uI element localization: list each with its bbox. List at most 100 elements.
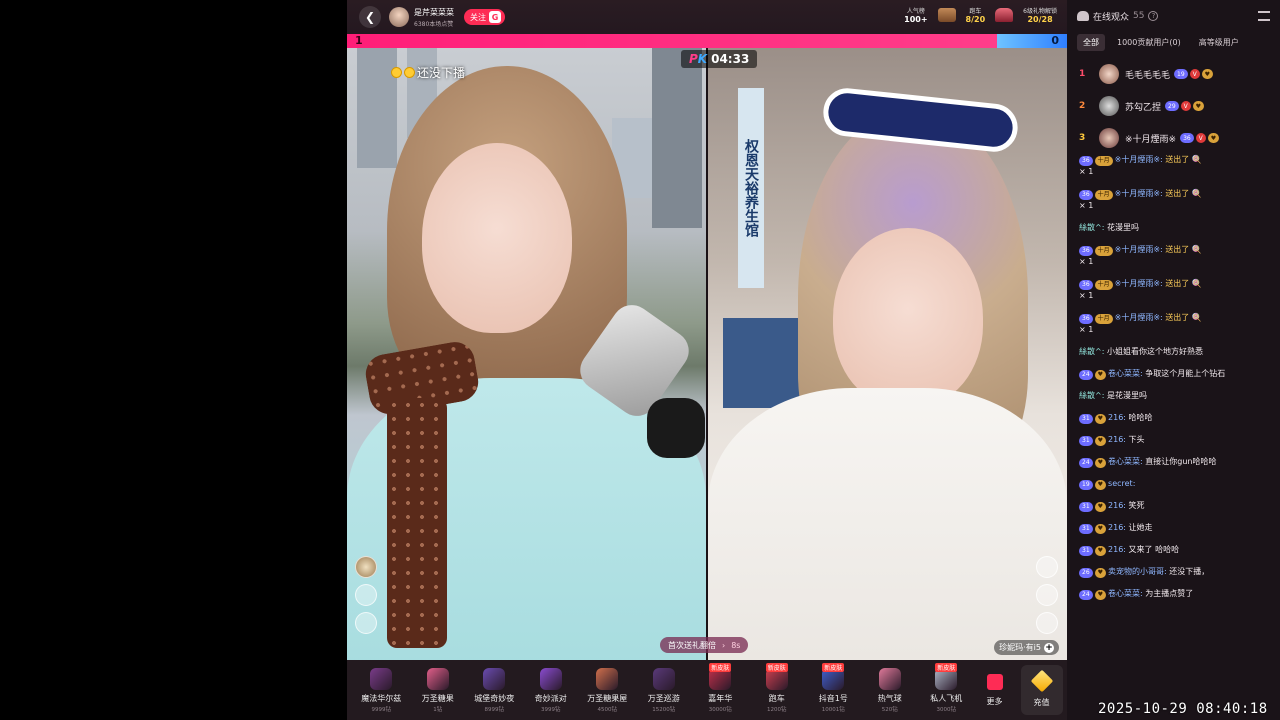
chat-message[interactable]: 36 十月 ※十月煙雨※: 送出了 🍭 × 1 <box>1079 154 1270 178</box>
level-badge: 31 <box>1079 414 1093 424</box>
chat-message[interactable]: 絲散^: 是花漫里吗 <box>1079 390 1270 402</box>
chat-username[interactable]: ※十月煙雨※: <box>1115 155 1163 164</box>
gift-item[interactable]: 万圣糖果屋 4500钻 <box>579 667 636 713</box>
back-button[interactable]: ❮ <box>359 6 381 28</box>
pk-timer: PK 04:33 <box>681 50 758 68</box>
contributor-avatar[interactable] <box>355 612 377 634</box>
recharge-button[interactable]: 充值 <box>1020 665 1063 715</box>
rank-row[interactable]: 3 ※十月煙雨※ 36 V ♥ <box>1079 122 1268 154</box>
host-avatar[interactable] <box>389 7 409 27</box>
chat-username[interactable]: 卷心菜菜: <box>1108 369 1143 378</box>
chat-message[interactable]: 36 十月 ※十月煙雨※: 送出了 🍭 × 1 <box>1079 278 1270 302</box>
chat-username[interactable]: 216: <box>1108 523 1126 532</box>
panel-header: 在线观众 55 ? <box>1067 0 1280 32</box>
rank-row[interactable]: 2 苏勾乙捏 29 V ♥ <box>1079 90 1268 122</box>
chat-message[interactable]: 31 ♥ 216: 又来了 哈哈哈 <box>1079 544 1270 556</box>
help-icon[interactable]: ? <box>1148 11 1159 21</box>
gift-name: 奇妙派对 <box>534 693 567 703</box>
gift-name: 万圣巡游 <box>647 693 680 703</box>
panel-title: 在线观众 <box>1093 12 1130 23</box>
follow-button[interactable]: 关注 G <box>464 9 505 25</box>
gift-unlock-progress[interactable]: 6级礼物解锁 20/28 <box>1023 6 1057 24</box>
chat-text: 又来了 哈哈哈 <box>1128 545 1180 554</box>
chat-message[interactable]: 24 ♥ 卷心菜菜: 直接让你gun哈哈哈 <box>1079 456 1270 468</box>
contributor-avatar[interactable] <box>355 556 377 578</box>
more-gifts-button[interactable]: 更多 <box>975 673 1015 707</box>
chat-text: 是花漫里吗 <box>1106 391 1147 400</box>
opponent-video[interactable]: 权恩天裕养生馆 <box>708 48 1067 660</box>
host-name[interactable]: 是芹菜菜菜 <box>414 7 454 18</box>
gift-name: 万圣糖果屋 <box>587 693 628 703</box>
contributor-avatar[interactable] <box>1036 612 1058 634</box>
chat-username[interactable]: 216: <box>1108 545 1126 554</box>
emoji-icon <box>391 67 402 78</box>
gift-bar: 魔法华尔兹 9999钻 万圣糖果 1钻 城堡奇妙夜 8999钻 奇妙派对 3999钻 万圣糖果屋… <box>347 660 1067 720</box>
gift-name: 抖音1号 <box>818 693 848 703</box>
chat-message[interactable]: 31 ♥ 216: 让她走 <box>1079 522 1270 534</box>
chat-message[interactable]: 絲散^: 小姐姐看你这个地方好熟悉 <box>1079 346 1270 358</box>
gift-count: × 1 <box>1079 257 1094 266</box>
chat-message[interactable]: 24 ♥ 卷心菜菜: 争取这个月能上个钻石 <box>1079 368 1270 380</box>
chat-username[interactable]: ※十月煙雨※: <box>1115 189 1163 198</box>
collapse-icon[interactable] <box>1258 11 1270 21</box>
top-bar: ❮ 是芹菜菜菜 6380本场点赞 关注 G 人气榜 100+ 跑车 8/20 6级礼… <box>347 0 1067 34</box>
live-stage: ❮ 是芹菜菜菜 6380本场点赞 关注 G 人气榜 100+ 跑车 8/20 6级礼… <box>347 0 1067 720</box>
gift-item[interactable]: 万圣巡游 15200钻 <box>636 667 693 713</box>
gift-icon <box>426 667 449 690</box>
gift-item[interactable]: 魔法华尔兹 9999钻 <box>353 667 410 713</box>
contributor-avatar[interactable] <box>355 584 377 606</box>
gift-item[interactable]: 万圣糖果 1钻 <box>410 667 467 713</box>
chat-username[interactable]: 卷心菜菜: <box>1108 457 1143 466</box>
chat-username[interactable]: 216: <box>1108 435 1126 444</box>
chat-username[interactable]: ※十月煙雨※: <box>1115 279 1163 288</box>
tab-all[interactable]: 全部 <box>1077 33 1105 51</box>
gift-box-icon <box>986 673 1003 690</box>
chat-username[interactable]: ※十月煙雨※: <box>1115 245 1163 254</box>
emoji-icon <box>404 67 415 78</box>
gift-item[interactable]: 热气球 520钻 <box>862 667 919 713</box>
chat-message[interactable]: 31 ♥ 216: 哈哈哈 <box>1079 412 1270 424</box>
contributor-avatar[interactable] <box>1036 556 1058 578</box>
gift-item[interactable]: 新皮肤 嘉年华 30000钻 <box>692 662 749 713</box>
chat-username[interactable]: 卖宠物的小哥哥: <box>1108 567 1167 576</box>
chat-message[interactable]: 絲散^: 花漫里吗 <box>1079 222 1270 234</box>
fan-badge: 十月 <box>1094 190 1113 200</box>
gift-item[interactable]: 新皮肤 跑车 1200钻 <box>749 662 806 713</box>
chat-username[interactable]: secret: <box>1108 479 1135 488</box>
chat-message[interactable]: 24 ♥ 卷心菜菜: 为主播点赞了 <box>1079 588 1270 600</box>
contributor-avatar[interactable] <box>1036 584 1058 606</box>
gift-item[interactable]: 新皮肤 抖音1号 10001钻 <box>805 662 862 713</box>
chat-message[interactable]: 36 十月 ※十月煙雨※: 送出了 🍭 × 1 <box>1079 188 1270 212</box>
chat-message[interactable]: 26 ♥ 卖宠物的小哥哥: 还没下播， <box>1079 566 1270 578</box>
tab-high-level[interactable]: 高等级用户 <box>1193 34 1245 51</box>
chat-username[interactable]: ※十月煙雨※: <box>1115 313 1163 322</box>
first-gift-tip[interactable]: 首次送礼翻倍 › 8s <box>660 637 749 653</box>
level-badge: 19 <box>1174 69 1188 79</box>
sports-car-progress[interactable]: 跑车 8/20 <box>966 6 986 24</box>
rank-row[interactable]: 1 毛毛毛毛毛 19 V ♥ <box>1079 58 1268 90</box>
gift-lollipop-icon: 🍭 <box>1191 313 1202 322</box>
chat-username[interactable]: 卷心菜菜: <box>1108 589 1143 598</box>
chat-username[interactable]: 216: <box>1108 501 1126 510</box>
chat-message[interactable]: 31 ♥ 216: 笑死 <box>1079 500 1270 512</box>
popularity-rank[interactable]: 人气榜 100+ <box>904 6 927 24</box>
gift-item[interactable]: 新皮肤 私人飞机 3000钻 <box>918 662 975 713</box>
chat-message[interactable]: 36 十月 ※十月煙雨※: 送出了 🍭 × 1 <box>1079 312 1270 336</box>
gift-item[interactable]: 奇妙派对 3999钻 <box>523 667 580 713</box>
audience-count: 55 <box>1133 11 1145 21</box>
chat-message[interactable]: 31 ♥ 216: 下头 <box>1079 434 1270 446</box>
chat-username[interactable]: 絲散^: <box>1079 347 1104 356</box>
chat-text: 送出了 <box>1165 189 1190 198</box>
gift-name: 热气球 <box>877 693 902 703</box>
tab-contributors[interactable]: 1000贡献用户(0) <box>1111 34 1187 51</box>
chat-username[interactable]: 216: <box>1108 413 1126 422</box>
chat-username[interactable]: 絲散^: <box>1079 223 1104 232</box>
chat-message[interactable]: 19 ♥ secret: <box>1079 478 1270 490</box>
chat-username[interactable]: 絲散^: <box>1079 391 1104 400</box>
opponent-name-tag[interactable]: 珍妮玛·有i5 + <box>994 640 1059 655</box>
level-badge: 31 <box>1079 546 1093 556</box>
gift-item[interactable]: 城堡奇妙夜 8999钻 <box>466 667 523 713</box>
host-video[interactable] <box>347 48 706 660</box>
plus-icon[interactable]: + <box>1044 642 1054 653</box>
chat-message[interactable]: 36 十月 ※十月煙雨※: 送出了 🍭 × 1 <box>1079 244 1270 268</box>
